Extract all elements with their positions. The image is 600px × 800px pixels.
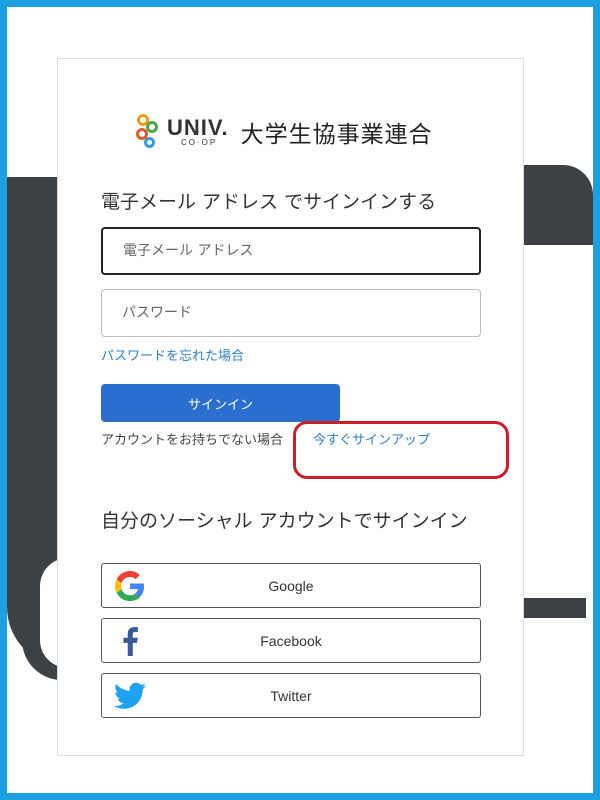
no-account-text: アカウントをお持ちでない場合 xyxy=(101,433,284,448)
logo-univ-text: UNIV. xyxy=(167,115,229,140)
coop-logo-icon xyxy=(135,112,161,152)
twitter-label: Twitter xyxy=(270,687,312,704)
logo-coop-text: CO·OP xyxy=(181,138,218,147)
signin-button-label: サインイン xyxy=(187,397,253,413)
facebook-icon xyxy=(114,625,146,657)
logo-wordmark: UNIV. CO·OP xyxy=(167,117,229,147)
social-signin-heading: 自分のソーシャル アカウントでサインイン xyxy=(101,510,468,532)
google-icon xyxy=(114,570,146,602)
facebook-label: Facebook xyxy=(260,632,322,649)
email-field[interactable]: 電子メール アドレス xyxy=(101,227,481,275)
signin-button[interactable]: サインイン xyxy=(101,384,340,422)
google-label: Google xyxy=(268,577,314,594)
google-signin-button[interactable]: Google xyxy=(101,563,481,608)
signin-heading: 電子メール アドレス でサインインする xyxy=(101,191,437,213)
organization-name: 大学生協事業連合 xyxy=(240,122,433,148)
password-field[interactable]: パスワード xyxy=(101,289,481,337)
facebook-signin-button[interactable]: Facebook xyxy=(101,618,481,663)
twitter-icon xyxy=(114,680,146,712)
background-shape-right xyxy=(520,165,593,245)
annotation-highlight xyxy=(293,421,509,479)
univ-coop-logo: UNIV. CO·OP 大学生協事業連合 xyxy=(135,112,433,152)
twitter-signin-button[interactable]: Twitter xyxy=(101,673,481,718)
background-shape-right-lower xyxy=(520,598,586,618)
forgot-password-link[interactable]: パスワードを忘れた場合 xyxy=(101,345,244,364)
